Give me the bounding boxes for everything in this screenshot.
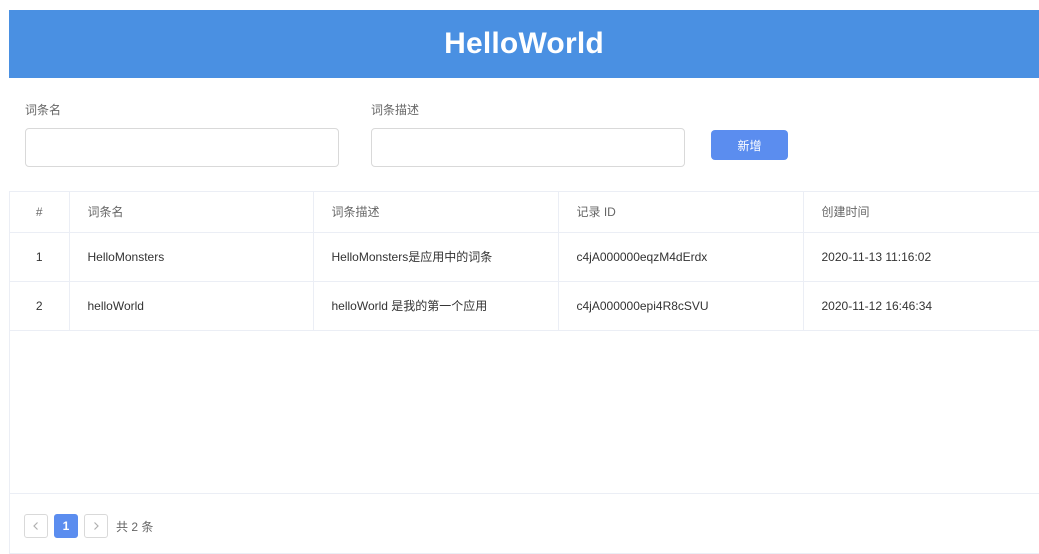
next-page-button[interactable] — [84, 514, 108, 538]
entry-desc-label: 词条描述 — [371, 103, 420, 117]
app-header: HelloWorld — [9, 10, 1039, 78]
entry-name-label: 词条名 — [25, 103, 62, 117]
page-1-button[interactable]: 1 — [54, 514, 78, 538]
row-record-id: c4jA000000eqzM4dErdx — [558, 232, 804, 282]
column-header-desc: 词条描述 — [313, 192, 559, 233]
entry-name-input[interactable] — [25, 128, 339, 167]
row-record-id: c4jA000000epi4R8cSVU — [558, 281, 804, 331]
column-header-index: # — [10, 192, 70, 233]
chevron-left-icon — [33, 522, 38, 530]
row-desc: HelloMonsters是应用中的词条 — [313, 232, 559, 282]
row-index: 1 — [10, 232, 70, 282]
column-header-name: 词条名 — [69, 192, 314, 233]
row-name: helloWorld — [69, 281, 314, 331]
row-name: HelloMonsters — [69, 232, 314, 282]
table-header-row: # 词条名 词条描述 记录 ID 创建时间 — [10, 192, 1039, 233]
table-row[interactable]: 2 helloWorld helloWorld 是我的第一个应用 c4jA000… — [10, 281, 1039, 331]
entries-table-container: # 词条名 词条描述 记录 ID 创建时间 1 HelloMonsters He… — [9, 191, 1039, 554]
row-desc: helloWorld 是我的第一个应用 — [313, 281, 559, 331]
chevron-right-icon — [94, 522, 99, 530]
column-header-record-id: 记录 ID — [558, 192, 804, 233]
pagination: 1 共 2 条 — [24, 514, 153, 538]
table-row[interactable]: 1 HelloMonsters HelloMonsters是应用中的词条 c4j… — [10, 232, 1039, 282]
add-button[interactable]: 新增 — [711, 130, 788, 160]
prev-page-button[interactable] — [24, 514, 48, 538]
total-count: 共 2 条 — [116, 519, 154, 534]
entry-desc-input[interactable] — [371, 128, 685, 167]
column-header-created: 创建时间 — [803, 192, 1039, 233]
entries-table: # 词条名 词条描述 记录 ID 创建时间 1 HelloMonsters He… — [10, 192, 1039, 331]
page-title: HelloWorld — [444, 27, 604, 60]
row-created: 2020-11-13 11:16:02 — [803, 232, 1039, 282]
row-created: 2020-11-12 16:46:34 — [803, 281, 1039, 331]
table-footer-divider — [10, 493, 1039, 494]
row-index: 2 — [10, 281, 70, 331]
